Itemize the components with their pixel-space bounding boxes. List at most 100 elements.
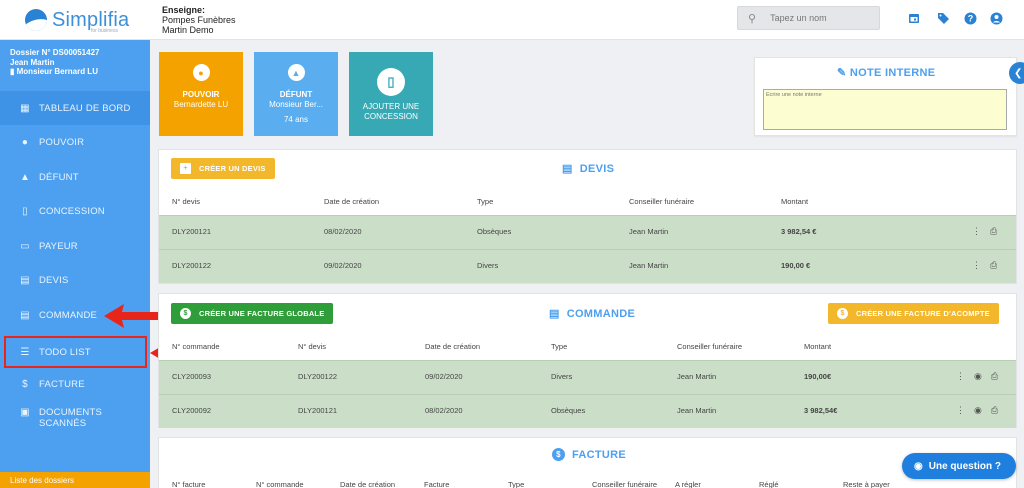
more-icon[interactable]: ⋮: [972, 226, 981, 237]
devis-cell-date: 08/02/2020: [324, 227, 362, 236]
help-chat-button[interactable]: ◉ Une question ?: [902, 453, 1016, 479]
app-logo[interactable]: Simplifia for business: [0, 0, 150, 40]
add-doc-icon: +: [180, 163, 191, 174]
commande-cell-numero: CLY200092: [172, 406, 212, 415]
more-icon[interactable]: ⋮: [956, 405, 965, 416]
create-global-invoice-label: CRÉER UNE FACTURE GLOBALE: [199, 309, 325, 318]
dollar-icon: $: [837, 308, 848, 319]
document-icon: ▤: [562, 163, 573, 175]
devis-cell-numero: DLY200122: [172, 261, 212, 270]
enseigne-info: Enseigne: Pompes Funèbres Martin Demo: [162, 5, 236, 35]
enseigne-label: Enseigne:: [162, 5, 206, 15]
note-interne-panel: ✎ NOTE INTERNE: [754, 57, 1017, 136]
card-defunt-age: 74 ans: [283, 115, 309, 124]
devis-cell-montant: 190,00 €: [781, 261, 811, 270]
more-icon[interactable]: ⋮: [956, 371, 965, 382]
sidebar-item-payeur[interactable]: ▭ PAYEUR: [0, 229, 150, 263]
create-deposit-invoice-label: CRÉER UNE FACTURE D'ACOMPTE: [856, 309, 990, 318]
commande-cell-conseiller: Jean Martin: [677, 406, 717, 415]
table-row[interactable]: DLY200121 08/02/2020 Obsèques Jean Marti…: [159, 215, 1016, 249]
document-icon: ▤: [549, 308, 560, 320]
card-concession-line1: AJOUTER UNE: [362, 102, 420, 111]
sidebar-item-concession[interactable]: ▯ CONCESSION: [0, 194, 150, 228]
todo-list-highlight-box: [4, 336, 147, 368]
commande-cell-date: 08/02/2020: [425, 406, 463, 415]
create-deposit-invoice-button[interactable]: $ CRÉER UNE FACTURE D'ACOMPTE: [828, 303, 999, 324]
facture-header-commande: N° commande: [256, 480, 304, 488]
sidebar-item-label: POUVOIR: [39, 136, 85, 148]
sidebar-item-pouvoir[interactable]: ● POUVOIR: [0, 125, 150, 159]
note-title-text: NOTE INTERNE: [849, 67, 936, 79]
print-icon[interactable]: ⎙: [991, 371, 998, 382]
sidebar-item-tableau-de-bord[interactable]: ▦ TABLEAU DE BORD: [0, 91, 150, 125]
list-dossiers-link[interactable]: Liste des dossiers: [0, 472, 150, 488]
facture-header-date: Date de création: [340, 480, 396, 488]
print-icon[interactable]: ⎙: [990, 260, 997, 271]
user-icon[interactable]: [989, 11, 1003, 25]
facture-header-reste: Reste à payer: [843, 480, 890, 488]
tag-icon[interactable]: [936, 11, 950, 25]
note-title: ✎ NOTE INTERNE: [837, 66, 935, 79]
facture-title: $ FACTURE: [552, 448, 626, 461]
table-row[interactable]: CLY200092 DLY200121 08/02/2020 Obsèques …: [159, 394, 1016, 428]
print-icon[interactable]: ⎙: [991, 405, 998, 416]
pencil-icon: ✎: [837, 67, 850, 79]
sidebar-item-label: DOCUMENTS: [39, 407, 103, 418]
commande-cell-montant: 3 982,54€: [804, 406, 838, 415]
dashboard-icon: ▦: [20, 102, 30, 114]
print-icon[interactable]: ⎙: [990, 226, 997, 237]
create-devis-button[interactable]: + CRÉER UN DEVIS: [171, 158, 275, 179]
search-input[interactable]: ⚲ Tapez un nom: [737, 6, 880, 30]
facture-header-conseiller: Conseiller funéraire: [592, 480, 658, 488]
devis-cell-numero: DLY200121: [172, 227, 212, 236]
commande-cell-devis: DLY200122: [298, 372, 338, 381]
commande-header-montant: Montant: [804, 342, 832, 351]
commande-cell-type: Obsèques: [551, 406, 586, 415]
view-icon[interactable]: ◉: [974, 371, 982, 382]
devis-title: ▤ DEVIS: [562, 162, 614, 176]
collapse-panel-button[interactable]: ❮: [1009, 62, 1024, 84]
dossier-info: Dossier N° DS00051427 Jean Martin ▮ Mons…: [0, 40, 150, 77]
sidebar-item-label: DEVIS: [39, 274, 69, 286]
facture-title-text: FACTURE: [572, 448, 627, 461]
sidebar-item-documents-scannes[interactable]: ▣ DOCUMENTS SCANNÉS: [0, 407, 150, 441]
commande-header-type: Type: [551, 342, 568, 351]
create-global-invoice-button[interactable]: $ CRÉER UNE FACTURE GLOBALE: [171, 303, 334, 324]
dossier-client: Jean Martin: [10, 57, 55, 67]
devis-header-type: Type: [477, 197, 494, 206]
card-defunt-name: Monsieur Ber...: [269, 100, 323, 109]
card-defunt[interactable]: ▲ DÉFUNT Monsieur Ber... 74 ans: [254, 52, 338, 136]
table-row[interactable]: CLY200093 DLY200122 09/02/2020 Divers Je…: [159, 360, 1016, 394]
dossier-defunt: Monsieur Bernard LU: [16, 67, 98, 76]
card-pouvoir-name: Bernardette LU: [173, 100, 229, 109]
search-placeholder: Tapez un nom: [770, 13, 827, 23]
note-textarea[interactable]: [763, 89, 1007, 130]
dollar-icon: $: [552, 448, 565, 461]
sidebar-item-label: COMMANDE: [39, 309, 98, 321]
sidebar-item-facture[interactable]: $ FACTURE: [0, 367, 150, 401]
sidebar-item-defunt[interactable]: ▲ DÉFUNT: [0, 160, 150, 194]
table-row[interactable]: DLY200122 09/02/2020 Divers Jean Martin …: [159, 249, 1016, 283]
devis-header-numero: N° devis: [172, 197, 201, 206]
chevron-left-icon: ❮: [1014, 67, 1023, 79]
devis-header-conseiller: Conseiller funéraire: [629, 197, 695, 206]
brand-subtitle: for business: [91, 28, 118, 34]
card-add-concession[interactable]: ▯ AJOUTER UNE CONCESSION: [349, 52, 433, 136]
card-pouvoir[interactable]: ● POUVOIR Bernardette LU: [159, 52, 243, 136]
help-icon[interactable]: ?: [963, 11, 977, 25]
view-icon[interactable]: ◉: [974, 405, 982, 416]
commande-cell-devis: DLY200121: [298, 406, 338, 415]
devis-cell-montant: 3 982,54 €: [781, 227, 817, 236]
calendar-icon[interactable]: [907, 11, 921, 25]
sidebar-item-label: PAYEUR: [39, 240, 78, 252]
dollar-icon: $: [22, 378, 28, 390]
commande-header-numero: N° commande: [172, 342, 220, 351]
sidebar-item-devis[interactable]: ▤ DEVIS: [0, 263, 150, 297]
facture-header-a-regler: A régler: [675, 480, 701, 488]
devis-header-date: Date de création: [324, 197, 380, 206]
commande-cell-date: 09/02/2020: [425, 372, 463, 381]
more-icon[interactable]: ⋮: [972, 260, 981, 271]
person-icon: ●: [192, 64, 210, 81]
enseigne-line1: Pompes Funèbres: [162, 15, 236, 25]
sidebar-item-label: FACTURE: [39, 378, 85, 390]
